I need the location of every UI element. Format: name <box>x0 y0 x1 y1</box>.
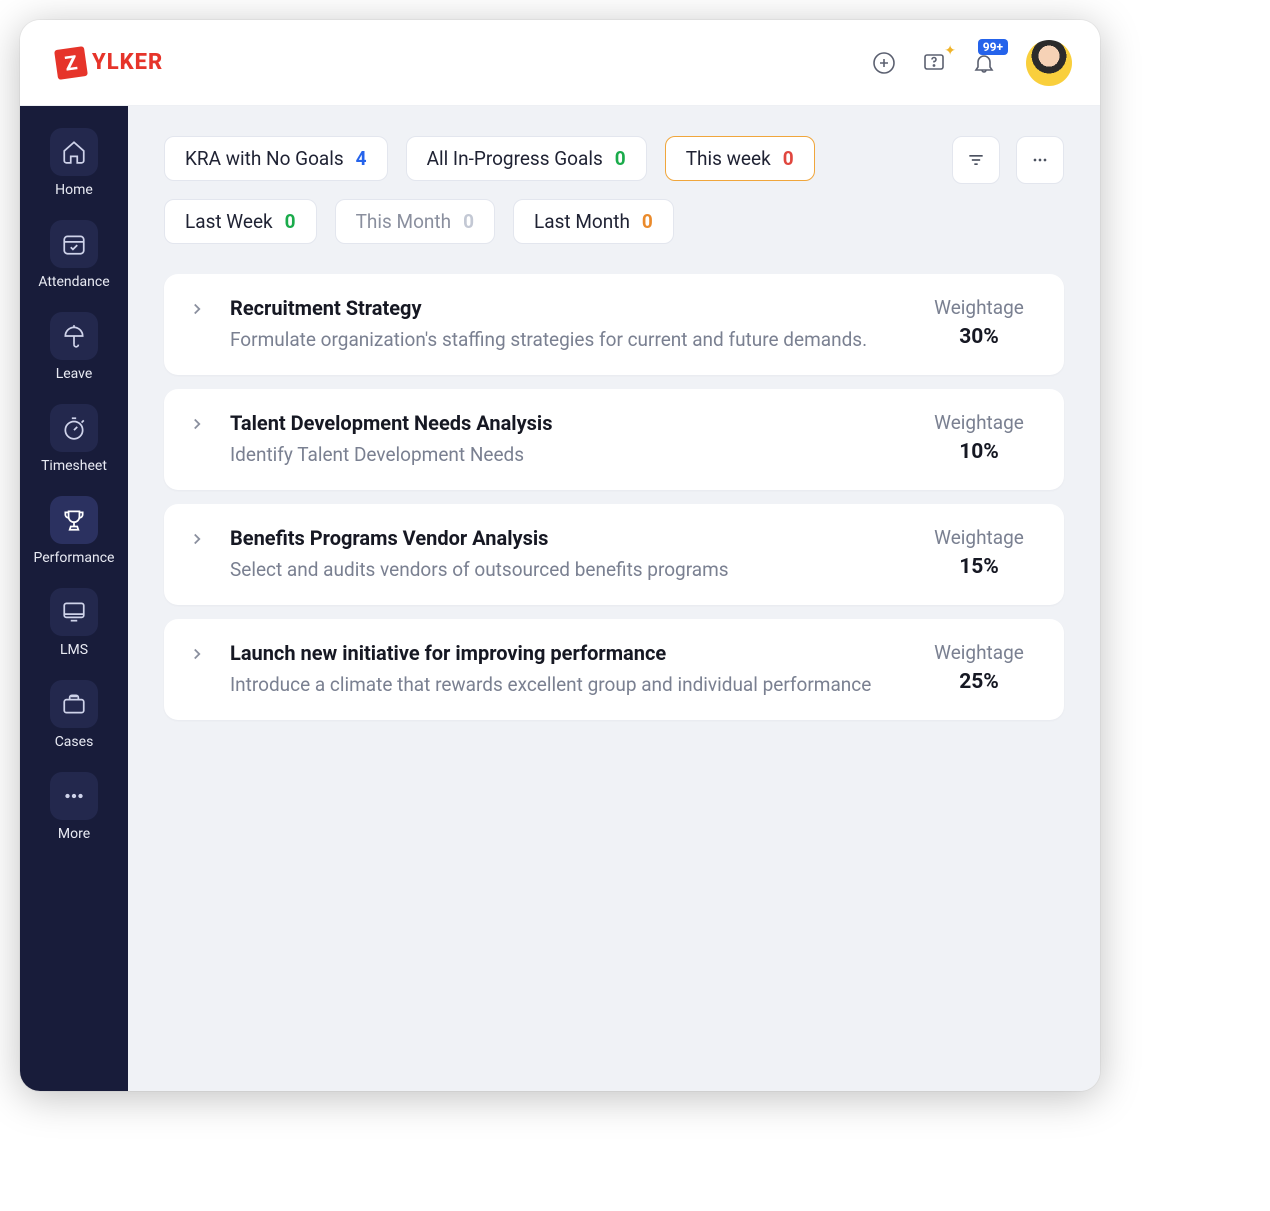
screen-icon <box>50 588 98 636</box>
umbrella-icon <box>50 312 98 360</box>
notification-badge: 99+ <box>978 39 1008 55</box>
kra-weightage: Weightage 30% <box>924 296 1034 349</box>
sparkle-icon: ✦ <box>944 43 956 59</box>
kra-card[interactable]: Talent Development Needs Analysis Identif… <box>164 389 1064 490</box>
sidebar-item-label: Cases <box>20 734 128 750</box>
chevron-right-icon[interactable] <box>188 530 212 548</box>
home-icon <box>50 128 98 176</box>
sidebar-item-timesheet[interactable]: Timesheet <box>20 396 128 484</box>
kra-body: Recruitment Strategy Formulate organizati… <box>230 296 906 351</box>
filter-count: 0 <box>463 210 474 233</box>
sidebar-item-label: Timesheet <box>20 458 128 474</box>
filters-bar: KRA with No Goals 4 All In-Progress Goals 0… <box>164 136 1064 244</box>
chevron-right-icon[interactable] <box>188 300 212 318</box>
sidebar-item-lms[interactable]: LMS <box>20 580 128 668</box>
kra-description: Select and audits vendors of outsourced … <box>230 558 906 581</box>
weightage-value: 10% <box>924 440 1034 464</box>
weightage-label: Weightage <box>924 526 1034 549</box>
logo-text: YLKER <box>92 50 163 75</box>
filter-label: This Month <box>356 210 452 233</box>
avatar[interactable] <box>1026 40 1072 86</box>
weightage-label: Weightage <box>924 411 1034 434</box>
filter-count: 4 <box>356 147 367 170</box>
sidebar-item-label: Leave <box>20 366 128 382</box>
help-icon[interactable]: ✦ <box>920 49 948 77</box>
more-icon[interactable] <box>1016 136 1064 184</box>
sidebar-item-more[interactable]: More <box>20 764 128 852</box>
sidebar: Home Attendance Leave Timesheet Performance L… <box>20 106 128 1091</box>
kra-body: Talent Development Needs Analysis Identif… <box>230 411 906 466</box>
dots-icon <box>50 772 98 820</box>
kra-title: Launch new initiative for improving perf… <box>230 641 906 665</box>
kra-title: Benefits Programs Vendor Analysis <box>230 526 906 550</box>
filter-chip[interactable]: All In-Progress Goals 0 <box>406 136 647 181</box>
filter-chip[interactable]: Last Month 0 <box>513 199 674 244</box>
kra-description: Identify Talent Development Needs <box>230 443 906 466</box>
filter-chip[interactable]: This Month 0 <box>335 199 495 244</box>
kra-body: Benefits Programs Vendor Analysis Select … <box>230 526 906 581</box>
filter-label: Last Week <box>185 210 273 233</box>
notifications-icon[interactable]: 99+ <box>970 49 998 77</box>
logo-mark: Z <box>54 46 88 80</box>
sidebar-item-label: Attendance <box>20 274 128 290</box>
body: Home Attendance Leave Timesheet Performance L… <box>20 106 1100 1091</box>
sidebar-item-label: More <box>20 826 128 842</box>
kra-weightage: Weightage 25% <box>924 641 1034 694</box>
logo[interactable]: Z YLKER <box>56 48 163 78</box>
filter-label: All In-Progress Goals <box>427 147 603 170</box>
list-actions <box>952 136 1064 184</box>
kra-body: Launch new initiative for improving perf… <box>230 641 906 696</box>
kra-description: Formulate organization's staffing strate… <box>230 328 906 351</box>
kra-card[interactable]: Launch new initiative for improving perf… <box>164 619 1064 720</box>
sidebar-item-label: Performance <box>20 550 128 566</box>
sidebar-item-label: Home <box>20 182 128 198</box>
add-icon[interactable] <box>870 49 898 77</box>
sidebar-item-home[interactable]: Home <box>20 120 128 208</box>
kra-title: Recruitment Strategy <box>230 296 906 320</box>
filter-chip[interactable]: This week 0 <box>665 136 815 181</box>
kra-description: Introduce a climate that rewards excelle… <box>230 673 906 696</box>
app-frame: Z YLKER ✦ 99+ Home Attendance Leave Timeshe… <box>20 20 1100 1091</box>
calendar-icon <box>50 220 98 268</box>
sidebar-item-cases[interactable]: Cases <box>20 672 128 760</box>
trophy-icon <box>50 496 98 544</box>
chevron-right-icon[interactable] <box>188 415 212 433</box>
chevron-right-icon[interactable] <box>188 645 212 663</box>
filter-count: 0 <box>642 210 653 233</box>
filter-label: Last Month <box>534 210 630 233</box>
filter-chip[interactable]: Last Week 0 <box>164 199 317 244</box>
kra-weightage: Weightage 10% <box>924 411 1034 464</box>
kra-weightage: Weightage 15% <box>924 526 1034 579</box>
sidebar-item-label: LMS <box>20 642 128 658</box>
sidebar-item-attendance[interactable]: Attendance <box>20 212 128 300</box>
weightage-label: Weightage <box>924 641 1034 664</box>
weightage-value: 15% <box>924 555 1034 579</box>
kra-card[interactable]: Benefits Programs Vendor Analysis Select … <box>164 504 1064 605</box>
weightage-value: 30% <box>924 325 1034 349</box>
briefcase-icon <box>50 680 98 728</box>
filter-icon[interactable] <box>952 136 1000 184</box>
sidebar-item-leave[interactable]: Leave <box>20 304 128 392</box>
filter-count: 0 <box>615 147 626 170</box>
kra-title: Talent Development Needs Analysis <box>230 411 906 435</box>
weightage-label: Weightage <box>924 296 1034 319</box>
filter-chip[interactable]: KRA with No Goals 4 <box>164 136 388 181</box>
kra-card[interactable]: Recruitment Strategy Formulate organizati… <box>164 274 1064 375</box>
header-actions: ✦ 99+ <box>870 40 1072 86</box>
header: Z YLKER ✦ 99+ <box>20 20 1100 106</box>
filter-count: 0 <box>783 147 794 170</box>
filter-label: This week <box>686 147 771 170</box>
kra-list: Recruitment Strategy Formulate organizati… <box>164 274 1064 720</box>
stopwatch-icon <box>50 404 98 452</box>
filter-count: 0 <box>285 210 296 233</box>
main-content: KRA with No Goals 4 All In-Progress Goals 0… <box>128 106 1100 1091</box>
filter-label: KRA with No Goals <box>185 147 344 170</box>
sidebar-item-performance[interactable]: Performance <box>20 488 128 576</box>
weightage-value: 25% <box>924 670 1034 694</box>
